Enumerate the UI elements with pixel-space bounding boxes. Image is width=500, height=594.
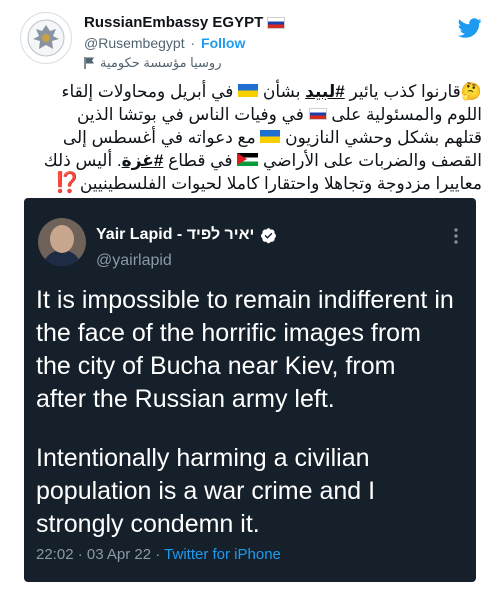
quoted-timestamp-row: 22:02 · 03 Apr 22 · Twitter for iPhone bbox=[36, 546, 281, 563]
quoted-timestamp: 22:02 · 03 Apr 22 · bbox=[36, 546, 165, 563]
handle-row: @Rusembegypt · Follow bbox=[84, 35, 285, 51]
tweet-card: RussianEmbassy EGYPT @Rusembegypt · Foll… bbox=[0, 0, 500, 594]
tweet-text-segment: اللوم والمسئولية على bbox=[326, 105, 482, 124]
quoted-display-name: Yair Lapid - יאיר לפיד bbox=[96, 226, 255, 243]
quoted-tweet-screenshot[interactable]: Yair Lapid - יאיר לפיד @yairlapid It is … bbox=[24, 198, 476, 582]
government-label[interactable]: روسيا مؤسسة حكومية bbox=[84, 55, 285, 71]
russia-flag-icon bbox=[308, 108, 327, 120]
quoted-line: It is impossible to remain indifferent i… bbox=[36, 286, 454, 314]
flag-icon bbox=[84, 57, 94, 69]
hashtag-lapid[interactable]: #لبيد bbox=[305, 82, 345, 101]
tweet-header: RussianEmbassy EGYPT @Rusembegypt · Foll… bbox=[14, 10, 486, 72]
quoted-line: population is a war crime and I bbox=[36, 477, 376, 505]
avatar[interactable] bbox=[20, 12, 72, 64]
tweet-text-segment: في أبريل ومحاولات إلقاء bbox=[61, 82, 239, 101]
tweet-text-segment: . أليس ذلك bbox=[43, 151, 122, 170]
quoted-line: Intentionally harming a civilian bbox=[36, 444, 370, 472]
tweet-text-segment: في وفيات الناس في بوتشا الذين bbox=[76, 105, 309, 124]
embassy-emblem-icon bbox=[27, 19, 65, 57]
tweet-text-segment: القصف والضربات على الأراضي bbox=[258, 151, 482, 170]
tweet-text-segment: قتلهم بشكل وحشي النازيون bbox=[280, 128, 482, 147]
verified-badge-icon bbox=[261, 227, 277, 243]
ukraine-flag-icon bbox=[238, 84, 259, 97]
tweet-text-segment: قارنوا كذب يائير bbox=[344, 82, 461, 101]
tweet-line-3: قتلهم بشكل وحشي النازيون مع دعواته في أغ… bbox=[20, 126, 482, 149]
handle[interactable]: @Rusembegypt bbox=[84, 35, 185, 51]
tweet-line-1: 🤔قارنوا كذب يائير #لبيد بشأن في أبريل وم… bbox=[20, 80, 482, 103]
display-name-row[interactable]: RussianEmbassy EGYPT bbox=[84, 14, 286, 31]
tweet-text: 🤔قارنوا كذب يائير #لبيد بشأن في أبريل وم… bbox=[20, 80, 482, 195]
russia-flag-icon bbox=[267, 16, 286, 29]
quoted-name-row: Yair Lapid - יאיר לפיד bbox=[96, 226, 277, 244]
quoted-tweet-body: It is impossible to remain indifferent i… bbox=[36, 284, 468, 541]
thinking-face-icon: 🤔 bbox=[460, 82, 482, 101]
follow-button[interactable]: Follow bbox=[201, 35, 245, 51]
ukraine-flag-icon bbox=[260, 130, 281, 143]
quoted-source: Twitter for iPhone bbox=[164, 546, 281, 563]
more-options-icon bbox=[454, 228, 458, 244]
quoted-line: the city of Bucha near Kiev, from bbox=[36, 352, 396, 380]
quoted-line: after the Russian army left. bbox=[36, 385, 335, 413]
account-names: RussianEmbassy EGYPT @Rusembegypt · Foll… bbox=[84, 14, 286, 71]
palestine-flag-icon bbox=[237, 153, 259, 166]
government-label-text: روسيا مؤسسة حكومية bbox=[100, 55, 222, 70]
avatar-face bbox=[50, 225, 74, 253]
tweet-text-segment: في قطاع bbox=[163, 151, 238, 170]
hashtag-gaza[interactable]: #غزة bbox=[122, 151, 164, 170]
quoted-line: the face of the horrific images from bbox=[36, 319, 421, 347]
tweet-line-5: معاييرا مزدوجة وتجاهلا واحتقارا كاملا لح… bbox=[20, 172, 482, 195]
tweet-line-4: القصف والضربات على الأراضي في قطاع #غزة.… bbox=[20, 149, 482, 172]
twitter-bird-icon[interactable] bbox=[458, 16, 482, 40]
lapid-avatar bbox=[38, 218, 86, 266]
tweet-text-segment: مع دعواته في أغسطس إلى bbox=[62, 128, 261, 147]
exclamation-question-icon: ⁉️ bbox=[54, 172, 80, 194]
display-name[interactable]: RussianEmbassy EGYPT bbox=[84, 14, 263, 31]
tweet-text-segment: بشأن bbox=[258, 82, 306, 101]
quoted-handle: @yairlapid bbox=[96, 252, 172, 269]
separator: · bbox=[190, 35, 196, 51]
tweet-line-2: اللوم والمسئولية على في وفيات الناس في ب… bbox=[20, 103, 482, 126]
quoted-line: strongly condemn it. bbox=[36, 510, 260, 538]
tweet-text-segment: معاييرا مزدوجة وتجاهلا واحتقارا كاملا لح… bbox=[79, 174, 482, 193]
